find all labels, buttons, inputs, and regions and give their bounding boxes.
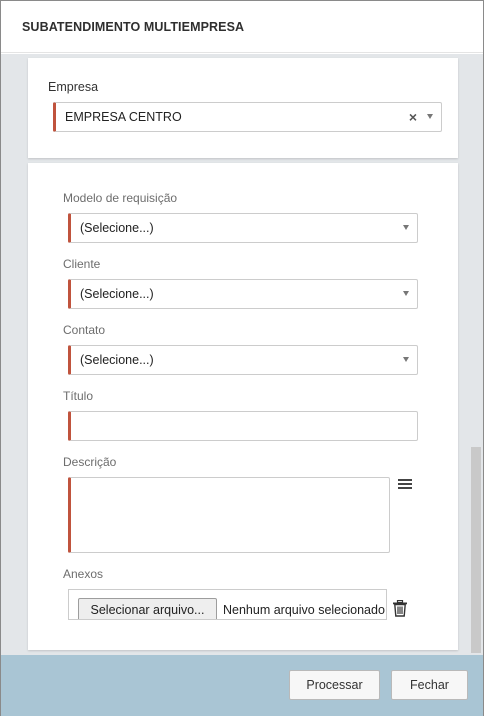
cliente-label: Cliente <box>63 257 101 271</box>
titulo-input[interactable] <box>68 411 418 441</box>
trash-icon[interactable] <box>392 600 408 617</box>
scrollbar-thumb[interactable] <box>471 447 481 653</box>
cliente-select[interactable]: (Selecione...) <box>68 279 418 309</box>
cliente-value: (Selecione...) <box>80 287 154 301</box>
modelo-label: Modelo de requisição <box>63 191 178 205</box>
dialog: SUBATENDIMENTO MULTIEMPRESA Empresa EMPR… <box>0 0 484 716</box>
caret-down-icon <box>403 357 409 362</box>
titulo-label: Título <box>63 389 94 403</box>
select-file-button[interactable]: Selecionar arquivo... <box>78 598 217 619</box>
file-status-text: Nenhum arquivo selecionado. <box>223 603 387 617</box>
close-button[interactable]: Fechar <box>391 670 468 700</box>
file-input[interactable]: Selecionar arquivo... Nenhum arquivo sel… <box>68 589 387 620</box>
contato-label: Contato <box>63 323 106 337</box>
empresa-value: EMPRESA CENTRO <box>65 110 182 124</box>
empresa-select[interactable]: EMPRESA CENTRO × <box>53 102 442 132</box>
descricao-textarea[interactable] <box>68 477 390 553</box>
dialog-header: SUBATENDIMENTO MULTIEMPRESA <box>1 1 483 53</box>
process-button[interactable]: Processar <box>289 670 380 700</box>
empresa-label: Empresa <box>48 80 99 94</box>
descricao-label: Descrição <box>63 455 117 469</box>
close-icon[interactable]: × <box>409 109 417 125</box>
caret-down-icon <box>403 225 409 230</box>
modelo-value: (Selecione...) <box>80 221 154 235</box>
contato-select[interactable]: (Selecione...) <box>68 345 418 375</box>
anexos-label: Anexos <box>63 567 104 581</box>
contato-value: (Selecione...) <box>80 353 154 367</box>
modelo-select[interactable]: (Selecione...) <box>68 213 418 243</box>
caret-down-icon <box>427 114 433 119</box>
caret-down-icon <box>403 291 409 296</box>
dialog-title: SUBATENDIMENTO MULTIEMPRESA <box>22 20 245 34</box>
hamburger-menu-icon[interactable] <box>398 479 412 491</box>
